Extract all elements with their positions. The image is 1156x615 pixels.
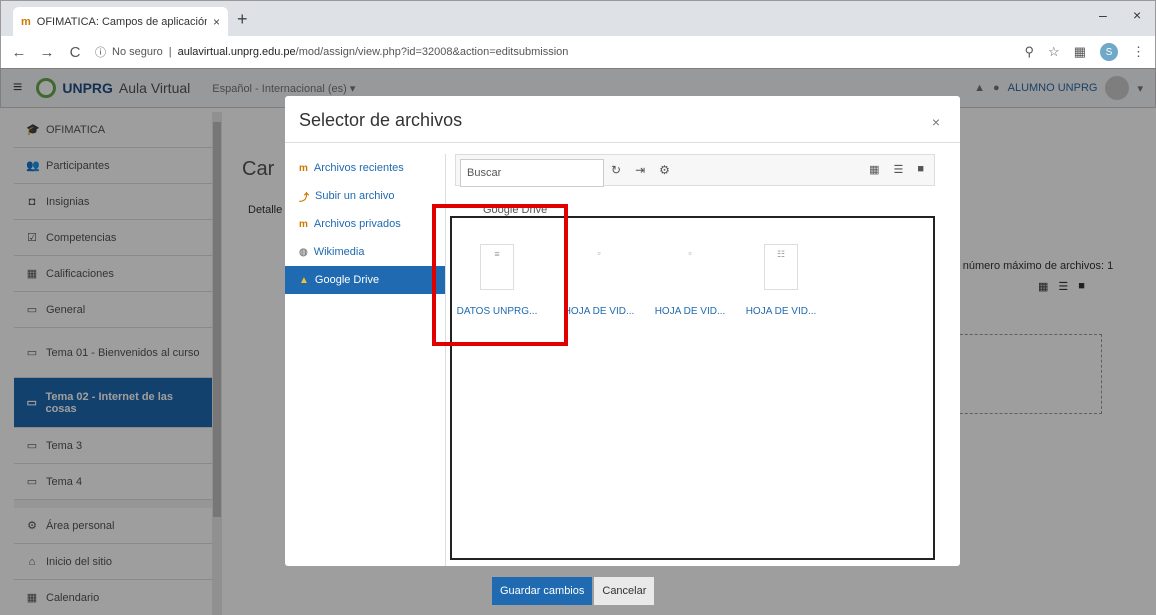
selection-highlight-box xyxy=(432,204,568,346)
repo-label: Archivos privados xyxy=(313,218,401,230)
repo-label: Archivos recientes xyxy=(313,162,404,174)
icon-view-icon[interactable]: ▦ xyxy=(869,163,879,176)
bookmark-star-icon[interactable]: ☆ xyxy=(1048,44,1060,60)
document-icon: ▫ xyxy=(673,244,707,290)
file-picker-toolbar: Buscar ↻ ⇥ ⚙ ▦ ☰ ■ xyxy=(455,154,935,187)
browser-menu-icon[interactable]: ⋮ xyxy=(1132,44,1145,60)
save-changes-button[interactable]: Guardar cambios xyxy=(492,577,593,605)
tab-close-icon[interactable]: × xyxy=(213,15,220,29)
browser-tab-bar: m OFIMATICA: Campos de aplicación × + – … xyxy=(0,0,1156,37)
list-view-icon[interactable]: ☰ xyxy=(893,163,903,176)
url-field[interactable]: ⓘ No seguro | aulavirtual.unprg.edu.pe/m… xyxy=(95,44,1013,60)
form-actions: Guardar cambios Cancelar xyxy=(492,577,655,605)
file-picker-dialog: Selector de archivos × m Archivos recient… xyxy=(285,96,960,566)
logout-icon[interactable]: ⇥ xyxy=(635,163,645,177)
file-name: HOJA DE VID... xyxy=(745,306,817,317)
dialog-close-icon[interactable]: × xyxy=(932,114,940,130)
settings-gear-icon[interactable]: ⚙ xyxy=(659,163,670,177)
moodle-icon: m xyxy=(299,162,308,174)
back-button[interactable]: ← xyxy=(11,44,27,61)
refresh-icon[interactable]: ↻ xyxy=(611,163,621,177)
profile-avatar[interactable]: S xyxy=(1100,43,1118,61)
security-label: No seguro xyxy=(112,46,163,58)
dialog-header-divider xyxy=(285,142,960,143)
tree-view-icon[interactable]: ■ xyxy=(917,163,924,176)
wikimedia-icon: ◍ xyxy=(299,246,308,258)
repo-label: Wikimedia xyxy=(313,246,365,258)
browser-tab[interactable]: m OFIMATICA: Campos de aplicación × xyxy=(13,7,228,37)
document-icon: ▫ xyxy=(582,244,616,290)
repo-upload-file[interactable]: ⤴ Subir un archivo xyxy=(285,182,445,210)
dialog-title: Selector de archivos xyxy=(299,110,463,130)
repo-label: Google Drive xyxy=(314,274,380,286)
url-path: /mod/assign/view.php?id=32008&action=edi… xyxy=(295,46,569,58)
tab-title: OFIMATICA: Campos de aplicación xyxy=(36,16,207,28)
repo-label: Subir un archivo xyxy=(315,190,395,202)
address-bar: ← → C ⓘ No seguro | aulavirtual.unprg.ed… xyxy=(0,36,1156,68)
moodle-favicon-icon: m xyxy=(21,16,31,28)
forward-button[interactable]: → xyxy=(39,44,55,61)
search-input[interactable]: Buscar xyxy=(460,159,604,187)
info-icon[interactable]: ⓘ xyxy=(95,44,106,60)
file-item[interactable]: ☷ HOJA DE VID... xyxy=(736,244,826,317)
file-item[interactable]: ▫ HOJA DE VID... xyxy=(645,244,735,317)
cancel-button[interactable]: Cancelar xyxy=(594,577,655,605)
new-tab-button[interactable]: + xyxy=(237,9,248,30)
file-name: HOJA DE VID... xyxy=(654,306,726,317)
url-divider: | xyxy=(168,46,172,58)
moodle-icon: m xyxy=(299,218,308,230)
repo-wikimedia[interactable]: ◍ Wikimedia xyxy=(285,238,445,266)
google-drive-icon: ▲ xyxy=(299,274,309,286)
repo-private-files[interactable]: m Archivos privados xyxy=(285,210,445,238)
zoom-icon[interactable]: ⚲ xyxy=(1025,44,1035,60)
url-host: aulavirtual.unprg.edu.pe xyxy=(177,46,296,58)
repo-recent-files[interactable]: m Archivos recientes xyxy=(285,154,445,182)
upload-icon: ⤴ xyxy=(299,192,309,204)
minimize-button[interactable]: – xyxy=(1099,7,1107,23)
extensions-icon[interactable]: ▦ xyxy=(1074,44,1086,60)
window-close-button[interactable]: × xyxy=(1133,7,1141,23)
repo-google-drive[interactable]: ▲ Google Drive xyxy=(285,266,445,294)
reload-button[interactable]: C xyxy=(67,44,83,61)
repository-list: m Archivos recientes ⤴ Subir un archivo mA… xyxy=(285,154,445,294)
document-icon: ☷ xyxy=(764,244,798,290)
